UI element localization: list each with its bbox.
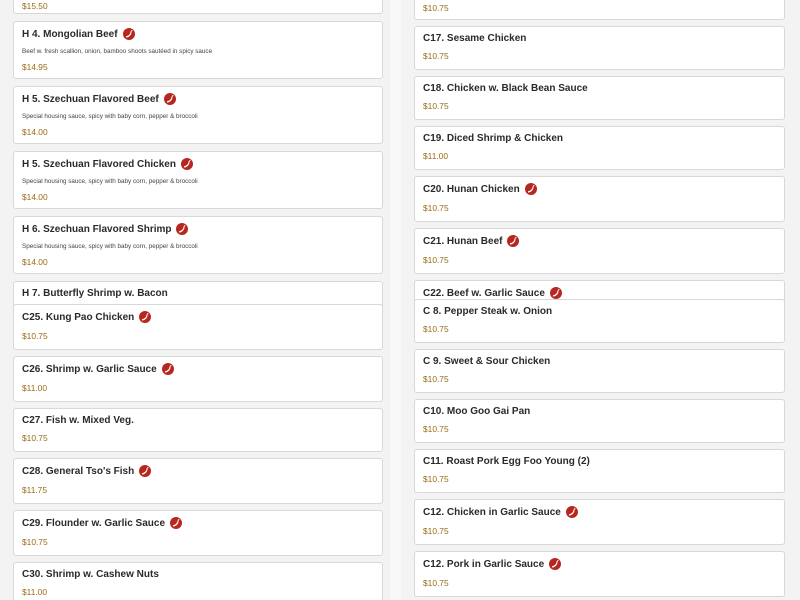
- item-description: Special housing sauce, spicy with baby c…: [22, 113, 198, 120]
- item-price: $10.75: [423, 203, 449, 213]
- item-description: Beef w. fresh scallion, onion, bamboo sh…: [22, 48, 213, 55]
- item-name: C21. Hunan Beef: [423, 235, 503, 247]
- item-name: H 5. Szechuan Flavored Beef: [22, 93, 159, 105]
- item-name: H 7. Butterfly Shrimp w. Bacon: [22, 288, 168, 299]
- item-price: $10.75: [423, 424, 449, 434]
- menu-item-card[interactable]: C29. Flounder w. Garlic Sauce $10.75: [13, 510, 383, 556]
- item-price: $10.75: [423, 578, 449, 588]
- item-name: C17. Sesame Chicken: [423, 33, 527, 44]
- chili-pepper-icon: [565, 506, 578, 518]
- chili-pepper-icon: [161, 363, 174, 375]
- item-name: C26. Shrimp w. Garlic Sauce: [22, 363, 157, 375]
- menu-item-card[interactable]: H 6. Szechuan Flavored Shrimp Special ho…: [13, 216, 383, 274]
- menu-column-left: $15.50 H 4. Mongolian Beef Beef w. fresh…: [0, 0, 390, 600]
- item-price: $10.75: [22, 433, 48, 443]
- item-price: $10.75: [423, 255, 449, 265]
- chili-pepper-icon: [507, 235, 520, 247]
- item-name: C11. Roast Pork Egg Foo Young (2): [423, 456, 590, 467]
- item-price: $14.00: [22, 127, 48, 137]
- item-name: C 9. Sweet & Sour Chicken: [423, 356, 551, 367]
- item-name: C20. Hunan Chicken: [423, 183, 520, 195]
- item-name: C29. Flounder w. Garlic Sauce: [22, 517, 166, 529]
- menu-item-card[interactable]: H 5. Szechuan Flavored Chicken Special h…: [13, 151, 383, 209]
- item-name: C22. Beef w. Garlic Sauce: [423, 287, 545, 299]
- chili-pepper-icon: [180, 158, 193, 170]
- chili-pepper-icon: [176, 223, 189, 235]
- menu-item-card[interactable]: C12. Pork in Garlic Sauce $10.75: [414, 551, 785, 597]
- item-name: H 5. Szechuan Flavored Chicken: [22, 158, 176, 170]
- item-price: $11.00: [22, 383, 47, 393]
- menu-item-card[interactable]: C 9. Sweet & Sour Chicken $10.75: [414, 349, 785, 393]
- chili-pepper-icon: [170, 517, 183, 529]
- chili-pepper-icon: [122, 28, 135, 40]
- chili-pepper-icon: [139, 465, 152, 477]
- item-price: $14.00: [22, 192, 48, 202]
- item-price: $10.75: [423, 526, 449, 536]
- menu-item-card[interactable]: $10.75: [414, 0, 785, 20]
- item-price: $15.50: [22, 1, 48, 11]
- item-name: C19. Diced Shrimp & Chicken: [423, 133, 564, 144]
- item-name: H 4. Mongolian Beef: [22, 28, 118, 40]
- menu-item-card[interactable]: C11. Roast Pork Egg Foo Young (2) $10.75: [414, 449, 785, 493]
- menu-item-card[interactable]: C26. Shrimp w. Garlic Sauce $11.00: [13, 356, 383, 402]
- item-price: $10.75: [423, 3, 449, 13]
- item-name: H 6. Szechuan Flavored Shrimp: [22, 223, 172, 235]
- item-name: C28. General Tso's Fish: [22, 465, 135, 477]
- menu-item-card[interactable]: H 4. Mongolian Beef Beef w. fresh scalli…: [13, 21, 383, 79]
- chili-pepper-icon: [524, 183, 537, 195]
- item-name: C 8. Pepper Steak w. Onion: [423, 306, 553, 317]
- menu-item-card[interactable]: C 8. Pepper Steak w. Onion $10.75: [414, 299, 785, 343]
- item-price: $10.75: [423, 474, 449, 484]
- menu-item-card[interactable]: C18. Chicken w. Black Bean Sauce $10.75: [414, 76, 785, 120]
- item-price: $14.95: [22, 62, 48, 72]
- item-price: $10.75: [423, 324, 449, 334]
- menu-item-card[interactable]: H 5. Szechuan Flavored Beef Special hous…: [13, 86, 383, 144]
- item-name: C12. Pork in Garlic Sauce: [423, 558, 545, 570]
- item-name: C27. Fish w. Mixed Veg.: [22, 415, 134, 426]
- menu-item-card[interactable]: C20. Hunan Chicken $10.75: [414, 176, 785, 222]
- item-price: $14.00: [22, 257, 48, 267]
- item-name: C30. Shrimp w. Cashew Nuts: [22, 569, 159, 580]
- menu-item-card[interactable]: C19. Diced Shrimp & Chicken $11.00: [414, 126, 785, 170]
- item-price: $10.75: [22, 537, 48, 547]
- menu-item-card[interactable]: C28. General Tso's Fish $11.75: [13, 458, 383, 504]
- item-description: Special housing sauce, spicy with baby c…: [22, 243, 198, 250]
- item-price: $10.75: [423, 374, 449, 384]
- menu-item-card[interactable]: C12. Chicken in Garlic Sauce $10.75: [414, 499, 785, 545]
- item-price: $11.75: [22, 485, 47, 495]
- menu-item-card[interactable]: C25. Kung Pao Chicken $10.75: [13, 304, 383, 350]
- chili-pepper-icon: [549, 287, 562, 299]
- item-price: $10.75: [423, 101, 449, 111]
- item-description: Special housing sauce, spicy with baby c…: [22, 178, 198, 185]
- menu-item-card[interactable]: C21. Hunan Beef $10.75: [414, 228, 785, 274]
- menu-item-card[interactable]: C17. Sesame Chicken $10.75: [414, 26, 785, 70]
- item-name: C12. Chicken in Garlic Sauce: [423, 506, 561, 518]
- item-name: C18. Chicken w. Black Bean Sauce: [423, 83, 588, 94]
- chili-pepper-icon: [549, 558, 562, 570]
- menu-item-card[interactable]: $15.50: [13, 0, 383, 14]
- item-price: $10.75: [423, 51, 449, 61]
- item-name: C10. Moo Goo Gai Pan: [423, 406, 531, 417]
- menu-column-right: $10.75 C17. Sesame Chicken $10.75 C18. C…: [401, 0, 791, 600]
- menu-item-card[interactable]: C30. Shrimp w. Cashew Nuts $11.00: [13, 562, 383, 600]
- item-price: $10.75: [22, 331, 48, 341]
- column-gap: [390, 0, 401, 600]
- item-price: $11.00: [423, 151, 448, 161]
- chili-pepper-icon: [163, 93, 176, 105]
- item-price: $11.00: [22, 587, 47, 597]
- item-name: C25. Kung Pao Chicken: [22, 311, 135, 323]
- menu-item-card[interactable]: C27. Fish w. Mixed Veg. $10.75: [13, 408, 383, 452]
- menu-item-card[interactable]: C10. Moo Goo Gai Pan $10.75: [414, 399, 785, 443]
- chili-pepper-icon: [139, 311, 152, 323]
